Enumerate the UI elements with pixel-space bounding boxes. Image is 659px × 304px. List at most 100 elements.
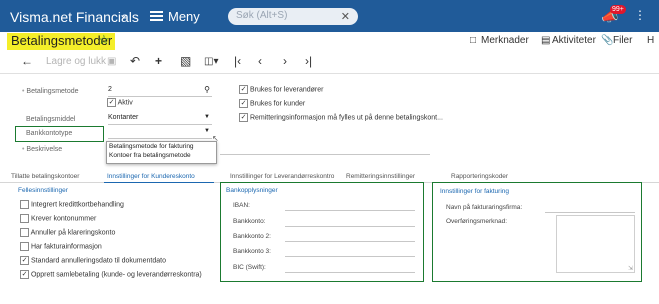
checkbox-label: Annuller på klareringskonto <box>30 229 116 237</box>
help-button[interactable]: H <box>647 35 654 46</box>
search-placeholder: Søk (Alt+S) <box>236 10 288 21</box>
more-options-icon[interactable]: ⋮ <box>634 9 646 21</box>
dropdown-arrow-icon[interactable]: ▼ <box>204 128 210 134</box>
invoicing-settings-title: Innstillinger for fakturing <box>440 188 510 195</box>
bank-account-field[interactable] <box>285 226 415 227</box>
favorite-star-icon[interactable]: ☆ <box>98 32 110 48</box>
iban-label: IBAN: <box>233 202 250 209</box>
used-for-vendors-row[interactable]: ✓ Brukes for leverandører <box>239 85 323 94</box>
bic-label: BIC (Swift): <box>233 264 266 271</box>
active-checkbox-row[interactable]: ✓ Aktiv <box>107 98 133 107</box>
search-icon[interactable]: ⚲ <box>204 85 210 94</box>
checkbox-label: Krever kontonummer <box>30 215 97 223</box>
search-input[interactable]: Søk (Alt+S) ✕ <box>228 8 358 25</box>
toolbar-separator <box>0 73 659 74</box>
tab-supplier-ledger-settings[interactable]: Innstillinger for Leverandørreskontro <box>230 173 334 180</box>
checkbox[interactable] <box>20 200 29 209</box>
resize-handle-icon[interactable]: ⇲ <box>628 265 633 272</box>
bank-account-type-dropdown: Betalingsmetode for fakturing Kontoer fr… <box>106 141 217 164</box>
close-icon[interactable]: ✕ <box>341 10 350 23</box>
first-record-icon[interactable]: |‹ <box>234 54 241 68</box>
list-item[interactable]: Annuller på klareringskonto <box>20 228 115 237</box>
checkbox-label: Integrert kredittkortbehandling <box>30 201 124 209</box>
iban-field[interactable] <box>285 210 415 211</box>
top-bar: Visma.net Financials ⌄ Meny Søk (Alt+S) … <box>0 0 659 32</box>
payment-method-field[interactable]: 2 ⚲ <box>108 85 212 97</box>
description-field[interactable] <box>220 144 430 155</box>
tab-allowed-accounts[interactable]: Tillatte betalingskontoer <box>11 173 79 180</box>
dropdown-arrow-icon[interactable]: ▼ <box>204 114 210 120</box>
payment-means-value: Kontanter <box>108 114 139 121</box>
checkbox[interactable] <box>20 242 29 251</box>
remittance-info-row[interactable]: ✓ Remitteringsinformasjon må fylles ut p… <box>239 113 443 122</box>
bank-details-title: Bankopplysninger <box>226 187 278 194</box>
checkbox-label: Opprett samlebetaling (kunde- og leveran… <box>30 271 202 279</box>
checkbox[interactable]: ✓ <box>20 270 29 279</box>
checkbox-label: Har fakturainformasjon <box>30 243 102 251</box>
dropdown-option[interactable]: Kontoer fra betalingsmetode <box>107 151 216 160</box>
bank-account-type-select[interactable]: ▼ <box>108 128 212 139</box>
bank-account-type-label: Bankkontotype <box>26 130 73 137</box>
used-for-vendors-checkbox[interactable]: ✓ <box>239 85 248 94</box>
checkbox[interactable] <box>20 228 29 237</box>
list-item[interactable]: ✓ Opprett samlebetaling (kunde- og lever… <box>20 270 202 279</box>
add-icon[interactable]: + <box>155 54 162 68</box>
hamburger-menu-icon[interactable] <box>150 11 163 21</box>
activities-button[interactable]: Aktiviteter <box>552 35 596 46</box>
used-for-customers-checkbox[interactable]: ✓ <box>239 99 248 108</box>
remittance-info-checkbox[interactable]: ✓ <box>239 113 248 122</box>
toolbar: ← Lagre og lukk ▣ ↶ + ▧ ◫▾ |‹ ‹ › ›| <box>0 54 659 72</box>
save-close-button[interactable]: Lagre og lukk <box>46 56 106 67</box>
active-checkbox[interactable]: ✓ <box>107 98 116 107</box>
bank-account-3-field[interactable] <box>285 256 415 257</box>
list-item[interactable]: Har fakturainformasjon <box>20 242 102 251</box>
checkbox[interactable] <box>20 214 29 223</box>
invoicing-company-label: Navn på fakturaringsfirma: <box>446 204 523 211</box>
bank-account-3-label: Bankkonto 3: <box>233 248 271 255</box>
list-item[interactable]: Krever kontonummer <box>20 214 96 223</box>
next-record-icon[interactable]: › <box>283 54 287 68</box>
chevron-down-icon[interactable]: ⌄ <box>119 8 128 21</box>
notes-icon[interactable]: □ <box>470 35 476 46</box>
transfer-note-textarea[interactable]: ⇲ <box>556 215 635 273</box>
used-for-customers-row[interactable]: ✓ Brukes for kunder <box>239 99 305 108</box>
transfer-note-label: Overføringsmerknad: <box>446 218 508 225</box>
undo-icon[interactable]: ↶ <box>130 54 140 68</box>
tab-remittance-settings[interactable]: Remitteringsinnstillinger <box>346 173 415 180</box>
bank-account-label: Bankkonto: <box>233 218 266 225</box>
previous-record-icon[interactable]: ‹ <box>258 54 262 68</box>
copy-paste-icon[interactable]: ◫▾ <box>204 56 218 67</box>
list-item[interactable]: ✓ Standard annulleringsdato til dokument… <box>20 256 166 265</box>
last-record-icon[interactable]: ›| <box>305 54 312 68</box>
active-tab-indicator <box>104 182 214 183</box>
list-item[interactable]: Integrert kredittkortbehandling <box>20 200 124 209</box>
activities-icon[interactable]: ▤ <box>541 35 550 46</box>
common-settings-title: Fellesinnstillinger <box>18 187 68 194</box>
menu-button[interactable]: Meny <box>168 9 200 24</box>
tab-customer-ledger-settings[interactable]: Innstillinger for Kundereskonto <box>107 173 195 180</box>
payment-means-label: Betalingsmiddel <box>26 116 76 123</box>
active-label: Aktiv <box>117 99 133 107</box>
remittance-info-label: Remitteringsinformasjon må fylles ut på … <box>249 114 443 122</box>
used-for-vendors-label: Brukes for leverandører <box>249 86 324 94</box>
description-label: • Beskrivelse <box>22 146 63 153</box>
page-title: Betalingsmetoder <box>11 33 113 48</box>
payment-means-select[interactable]: Kontanter ▼ <box>108 114 212 125</box>
notes-button[interactable]: Merknader <box>481 35 529 46</box>
dropdown-option[interactable]: Betalingsmetode for fakturing <box>107 142 216 151</box>
back-icon[interactable]: ← <box>21 54 33 68</box>
bank-account-2-field[interactable] <box>285 241 415 242</box>
invoicing-company-field[interactable] <box>545 212 635 213</box>
used-for-customers-label: Brukes for kunder <box>249 100 306 108</box>
files-icon[interactable]: 📎 <box>601 35 613 46</box>
checkbox-label: Standard annulleringsdato til dokumentda… <box>30 257 166 265</box>
delete-icon[interactable]: ▧ <box>180 54 191 68</box>
save-icon[interactable]: ▣ <box>107 56 116 67</box>
notification-badge: 99+ <box>610 5 626 14</box>
tab-reporting-codes[interactable]: Rapporteringskoder <box>451 173 508 180</box>
bic-field[interactable] <box>285 272 415 273</box>
payment-method-value: 2 <box>108 86 112 93</box>
checkbox[interactable]: ✓ <box>20 256 29 265</box>
payment-method-label: • Betalingsmetode <box>22 88 79 95</box>
files-button[interactable]: Filer <box>613 35 632 46</box>
